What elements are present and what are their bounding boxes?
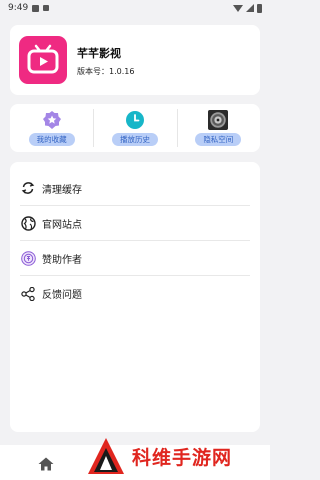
shortcut-favorites[interactable]: 我的收藏: [10, 104, 93, 152]
app-logo-icon: [19, 36, 67, 84]
status-bar: 9:49: [0, 0, 270, 16]
status-left: 9:49: [8, 3, 50, 13]
menu-item-label: 反馈问题: [42, 290, 82, 301]
sponsor-icon: [20, 250, 36, 266]
watermark-text: 科维手游网: [132, 446, 233, 469]
wifi-icon: [233, 4, 243, 12]
globe-icon: [20, 215, 36, 231]
shortcut-private-space-label: 隐私空间: [195, 133, 242, 146]
status-time: 9:49: [8, 3, 29, 13]
shortcut-private-space[interactable]: 隐私空间: [176, 104, 260, 152]
menu-list: 清理缓存 官网站点 赞助作者 反馈问题: [20, 162, 250, 311]
app-name: 芊芊影视: [77, 47, 121, 60]
download-notification-icon: [43, 5, 50, 11]
menu-item-clear-cache[interactable]: 清理缓存: [20, 171, 250, 206]
menu-item-label: 官网站点: [42, 219, 82, 231]
refresh-icon: [20, 180, 36, 196]
battery-icon: [257, 3, 262, 13]
shortcut-favorites-label: 我的收藏: [28, 133, 75, 146]
watermark-logo-icon: [88, 438, 124, 474]
share-icon: [20, 286, 36, 302]
gallery-notification-icon: [32, 4, 40, 12]
menu-item-label: 赞助作者: [42, 254, 82, 266]
menu-item-official-site[interactable]: 官网站点: [20, 206, 250, 241]
app-version: 版本号：1.0.16: [77, 67, 135, 76]
star-badge-icon: [42, 110, 62, 130]
shortcut-history[interactable]: 播放历史: [93, 104, 176, 152]
shortcut-card: 我的收藏 播放历史 隐私空间: [10, 104, 260, 152]
vinyl-disc-icon: [208, 110, 229, 130]
menu-item-feedback[interactable]: 反馈问题: [20, 276, 250, 311]
watermark: 科维手游网: [86, 436, 232, 476]
signal-icon: [246, 4, 254, 12]
shortcut-history-label: 播放历史: [111, 133, 158, 146]
app-info-card: 芊芊影视 版本号：1.0.16: [10, 25, 260, 95]
menu-item-sponsor[interactable]: 赞助作者: [20, 241, 250, 276]
menu-item-label: 清理缓存: [42, 184, 82, 196]
home-icon[interactable]: [38, 456, 54, 475]
menu-card: 清理缓存 官网站点 赞助作者 反馈问题: [10, 162, 260, 432]
clock-icon: [125, 110, 145, 130]
status-right: [233, 3, 262, 13]
